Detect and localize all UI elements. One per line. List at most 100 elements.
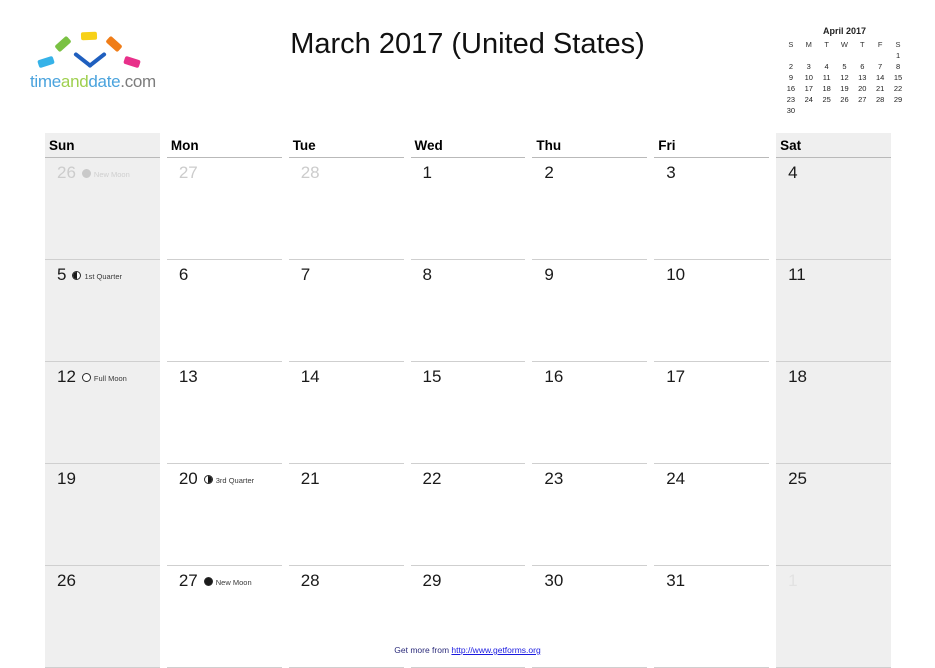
calendar-day-number: 23 xyxy=(544,469,564,489)
calendar-day-cell[interactable]: 11 xyxy=(776,260,891,362)
footer-prefix: Get more from xyxy=(394,645,452,655)
calendar-day-number: 22 xyxy=(422,469,442,489)
moon-phase-label: 1st Quarter xyxy=(84,271,122,281)
mini-calendar-day: 14 xyxy=(875,73,885,82)
calendar-day-cell[interactable]: 9 xyxy=(532,260,648,362)
mini-calendar-day: 23 xyxy=(786,95,796,104)
calendar-day-cell[interactable]: 2 xyxy=(532,158,648,260)
moon-full-icon xyxy=(81,372,91,382)
mini-calendar-week-row: 16 17 18 19 20 21 22 xyxy=(782,83,907,94)
calendar-day-cell[interactable]: 20 3rd Quarter xyxy=(166,464,282,566)
calendar-day-cell[interactable]: 18 xyxy=(776,362,891,464)
mini-calendar-empty xyxy=(871,50,889,61)
mini-calendar-day: 9 xyxy=(788,73,793,82)
mini-calendar-empty xyxy=(800,105,818,116)
calendar-day-cell[interactable]: 15 xyxy=(410,362,526,464)
calendar-day-number: 15 xyxy=(422,367,442,387)
calendar-day-number: 12 xyxy=(57,367,76,387)
calendar-day-cell[interactable]: 19 xyxy=(45,464,160,566)
logo-word-and: and xyxy=(60,72,89,91)
calendar-day-cell[interactable]: 7 xyxy=(288,260,404,362)
calendar-day-cell[interactable]: 25 xyxy=(776,464,891,566)
moon-third-icon xyxy=(203,474,213,484)
moon-phase-note: New Moon xyxy=(203,576,252,587)
mini-dow-sat: S xyxy=(895,40,901,49)
calendar-day-cell[interactable]: 23 xyxy=(532,464,648,566)
calendar-dow-sun: Sun xyxy=(45,133,160,158)
mini-calendar-day: 10 xyxy=(804,73,813,82)
moon-phase-note: Full Moon xyxy=(81,372,127,383)
calendar-day-cell[interactable]: 17 xyxy=(654,362,770,464)
calendar-dow-tue: Tue xyxy=(288,133,404,158)
mini-calendar-day: 25 xyxy=(822,95,831,104)
mini-calendar-day: 24 xyxy=(804,95,813,104)
calendar-day-cell[interactable]: 28 xyxy=(288,158,404,260)
calendar-day-cell[interactable]: 12 Full Moon xyxy=(45,362,160,464)
calendar-day-cell[interactable]: 4 xyxy=(776,158,891,260)
mini-calendar-day: 11 xyxy=(822,73,831,82)
calendar-dow-sat: Sat xyxy=(776,133,891,158)
moon-new-icon xyxy=(203,576,213,586)
calendar-day-cell[interactable]: 3 xyxy=(654,158,770,260)
mini-dow-wed: W xyxy=(840,40,848,49)
mini-calendar-day: 12 xyxy=(840,73,849,82)
mini-calendar-day: 16 xyxy=(786,84,796,93)
mini-calendar-day: 28 xyxy=(875,95,885,104)
calendar-day-cell[interactable]: 27 xyxy=(166,158,282,260)
mini-calendar-grid: S M T W T F S 1 2 3 4 5 6 7 8 9 10 11 12 13 14 15 16 17 1… xyxy=(782,39,907,116)
mini-calendar-day: 4 xyxy=(824,62,829,71)
mini-calendar-empty xyxy=(871,105,889,116)
calendar-day-cell[interactable]: 24 xyxy=(654,464,770,566)
mini-calendar-day: 30 xyxy=(786,106,796,115)
mini-calendar-day: 19 xyxy=(840,84,849,93)
calendar-day-number: 28 xyxy=(300,163,320,183)
calendar-day-cell[interactable]: 5 1st Quarter xyxy=(45,260,160,362)
mini-calendar-week-row: 30 xyxy=(782,105,907,116)
calendar-day-number: 14 xyxy=(300,367,320,387)
moon-phase-label: New Moon xyxy=(93,169,130,179)
calendar-day-cell[interactable]: 26 New Moon xyxy=(45,158,160,260)
calendar-day-cell[interactable]: 13 xyxy=(166,362,282,464)
calendar-day-cell[interactable]: 22 xyxy=(410,464,526,566)
mini-dow-thu: T xyxy=(860,40,865,49)
calendar-day-cell[interactable]: 10 xyxy=(654,260,770,362)
calendar-day-number: 21 xyxy=(300,469,320,489)
calendar-week-row: 19 20 3rd Quarter 21 22 23 24 25 xyxy=(45,464,891,566)
moon-phase-note: 3rd Quarter xyxy=(203,474,254,485)
calendar-day-cell[interactable]: 1 xyxy=(410,158,526,260)
mini-calendar-day: 26 xyxy=(840,95,849,104)
mini-calendar-day: 3 xyxy=(806,62,811,71)
mini-calendar-april: April 2017 S M T W T F S 1 2 3 4 5 6 7 8 9 10 11 12… xyxy=(782,26,907,116)
calendar-day-number: 26 xyxy=(57,163,76,183)
calendar-day-number: 27 xyxy=(178,571,198,591)
calendar-header-row: Sun Mon Tue Wed Thu Fri Sat xyxy=(45,133,891,158)
calendar-day-number: 31 xyxy=(666,571,686,591)
calendar-day-cell[interactable]: 16 xyxy=(532,362,648,464)
mini-calendar-empty xyxy=(853,50,871,61)
calendar-day-number: 26 xyxy=(57,571,76,591)
calendar-day-cell[interactable]: 8 xyxy=(410,260,526,362)
mini-dow-fri: F xyxy=(877,40,883,49)
mini-calendar-empty xyxy=(853,105,871,116)
calendar-day-cell[interactable]: 6 xyxy=(166,260,282,362)
mini-calendar-empty xyxy=(836,105,854,116)
footer-link[interactable]: http://www.getforms.org xyxy=(451,645,540,655)
mini-calendar-title: April 2017 xyxy=(822,26,867,36)
mini-calendar-day: 18 xyxy=(822,84,831,93)
calendar-dow-thu: Thu xyxy=(532,133,648,158)
mini-calendar-day: 5 xyxy=(842,62,847,71)
mini-calendar-day: 7 xyxy=(878,62,883,71)
mini-calendar-empty xyxy=(782,50,800,61)
calendar-day-number: 13 xyxy=(178,367,198,387)
calendar-week-row: 26 New Moon 27 28 1 2 3 4 xyxy=(45,158,891,260)
mini-calendar-empty xyxy=(818,50,836,61)
calendar-day-cell[interactable]: 14 xyxy=(288,362,404,464)
mini-calendar-empty xyxy=(800,50,818,61)
mini-calendar-week-row: 1 xyxy=(782,50,907,61)
calendar-day-number: 11 xyxy=(788,265,806,285)
calendar-day-number: 30 xyxy=(544,571,564,591)
calendar-day-number: 24 xyxy=(666,469,686,489)
calendar-day-cell[interactable]: 21 xyxy=(288,464,404,566)
mini-calendar-day: 22 xyxy=(893,84,903,93)
calendar-day-number: 28 xyxy=(300,571,320,591)
